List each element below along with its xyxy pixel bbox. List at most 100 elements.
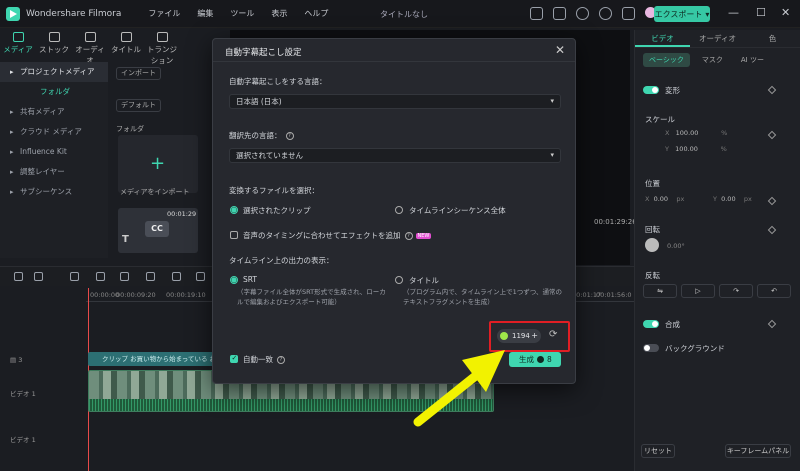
help-icon[interactable]: ? [404,232,413,240]
media-icon [12,32,24,42]
help-icon[interactable]: ? [277,356,285,364]
language-select[interactable]: 日本語 (日本) ▾ [229,94,561,109]
tab-color[interactable]: 色 [745,30,800,47]
srt-label[interactable]: SRT [243,275,257,284]
subtab-mask[interactable]: マスク [696,53,729,67]
sidebar-item-shared-media[interactable]: 共有メディア [0,102,108,122]
timeline-all-label[interactable]: タイムラインシーケンス全体 [409,205,506,216]
scale-y-field[interactable]: Y 100.00 % [665,145,727,157]
sync-effect-label[interactable]: 音声のタイミングに合わせてエフェクトを追加? NEW [243,230,432,241]
rotation-label: 回転 [645,225,660,234]
transform-toggle[interactable] [643,86,659,94]
crop-icon[interactable] [172,272,181,281]
output-label: タイムライン上の出力の表示： [229,256,334,265]
import-media-box[interactable]: + [118,135,198,193]
rotate-right-button[interactable]: ↷ [719,284,753,298]
cut-icon[interactable] [146,272,155,281]
sidebar-item-influence-kit[interactable]: Influence Kit [0,142,108,162]
auto-match-text: 自動一致 [243,355,273,364]
tab-label: ストック [39,45,69,54]
tab-label: タイトル [111,45,141,54]
sync-effect-checkbox[interactable] [230,231,238,239]
rotation-value[interactable]: 0.00° [667,242,685,254]
maximize-icon[interactable]: ☐ [756,6,766,19]
radio-srt[interactable] [230,276,238,284]
monitor-icon[interactable] [530,7,543,20]
menu-file[interactable]: ファイル [148,8,180,19]
menu-help[interactable]: ヘルプ [304,8,328,19]
unit: % [721,129,728,137]
document-title: タイトルなし [380,10,428,19]
layout-icon[interactable] [14,272,23,281]
undo-icon[interactable] [70,272,79,281]
ruler-tick: 00:00:19:10 [166,291,206,299]
close-window-icon[interactable]: ✕ [781,6,790,19]
menu-view[interactable]: 表示 [271,8,287,19]
headset-icon[interactable] [599,7,612,20]
position-x-field[interactable]: X 0.00 px [645,195,684,207]
keyframe-diamond-icon[interactable] [767,225,777,235]
save-icon[interactable] [553,7,566,20]
minimize-icon[interactable]: — [728,6,739,19]
background-toggle[interactable] [643,344,659,352]
rotate-left-button[interactable]: ↶ [757,284,791,298]
sort-chip[interactable]: デフォルト [116,99,161,112]
tab-audio[interactable]: オーディオ [72,30,108,65]
title-label[interactable]: タイトル [409,275,439,286]
import-chip[interactable]: インポート [116,67,161,80]
export-label: エクスポート [654,9,703,19]
sidebar-item-project-media[interactable]: プロジェクトメディア [0,62,108,82]
auto-match-label[interactable]: 自動一致? [243,354,285,365]
position-y-field[interactable]: Y 0.00 px [713,195,752,207]
keyframe-panel-button[interactable]: キーフレームパネル [725,444,791,458]
subtab-basic[interactable]: ベーシック [643,53,690,67]
select-icon[interactable] [34,272,43,281]
radio-timeline-all[interactable] [395,206,403,214]
unit: % [720,145,727,153]
subtab-ai-tools[interactable]: AI ツー [735,53,770,67]
keyframe-diamond-icon[interactable] [767,196,777,206]
auto-match-checkbox[interactable] [230,354,238,363]
tab-video[interactable]: ビデオ [635,30,690,47]
reset-button[interactable]: リセット [641,444,675,458]
sidebar-item-cloud-media[interactable]: クラウド メディア [0,122,108,142]
music-icon [84,32,96,42]
sidebar-item-folder[interactable]: フォルダ [0,82,108,102]
translate-label: 翻訳先の言語：? [229,130,294,141]
flip-vertical-button[interactable]: ▷ [681,284,715,298]
scale-x-field[interactable]: X 100.00 % [665,129,727,141]
rotation-dial[interactable] [645,238,659,252]
transform-label: 変形 [665,86,680,95]
selected-clip-label[interactable]: 選択されたクリップ [243,205,311,216]
tab-media[interactable]: メディア [0,30,36,62]
keyframe-diamond-icon[interactable] [767,85,777,95]
composite-label: 合成 [665,320,680,329]
subtitle-clip[interactable]: クリップ お買い物から始まっている お [88,352,228,366]
close-icon[interactable]: ✕ [555,43,565,57]
background-label: バックグラウンド [665,344,725,353]
filmora-logo-icon [6,6,20,21]
generate-button[interactable]: 生成 8 [509,352,561,367]
tab-titles[interactable]: タイトル [108,30,144,62]
tab-transitions[interactable]: トランジション [144,30,180,65]
redo-icon[interactable] [96,272,105,281]
keyframe-diamond-icon[interactable] [767,130,777,140]
cloud-icon[interactable] [576,7,589,20]
help-icon[interactable]: ? [285,132,294,140]
delete-icon[interactable] [120,272,129,281]
export-button[interactable]: エクスポート ▾ [654,6,710,22]
grid-icon[interactable] [622,7,635,20]
menu-edit[interactable]: 編集 [197,8,213,19]
tab-stock[interactable]: ストック [36,30,72,62]
radio-selected-clip[interactable] [230,206,238,214]
keyframe-diamond-icon[interactable] [767,319,777,329]
sidebar-item-subsequence[interactable]: サブシーケンス [0,182,108,202]
radio-title[interactable] [395,276,403,284]
text-tool-icon[interactable] [196,272,205,281]
menu-tools[interactable]: ツール [230,8,254,19]
sidebar-item-adjustment-layer[interactable]: 調整レイヤー [0,162,108,182]
translate-select[interactable]: 選択されていません ▾ [229,148,561,163]
flip-horizontal-button[interactable]: ⇋ [643,284,677,298]
composite-toggle[interactable] [643,320,659,328]
tab-audio-props[interactable]: オーディオ [690,30,745,47]
